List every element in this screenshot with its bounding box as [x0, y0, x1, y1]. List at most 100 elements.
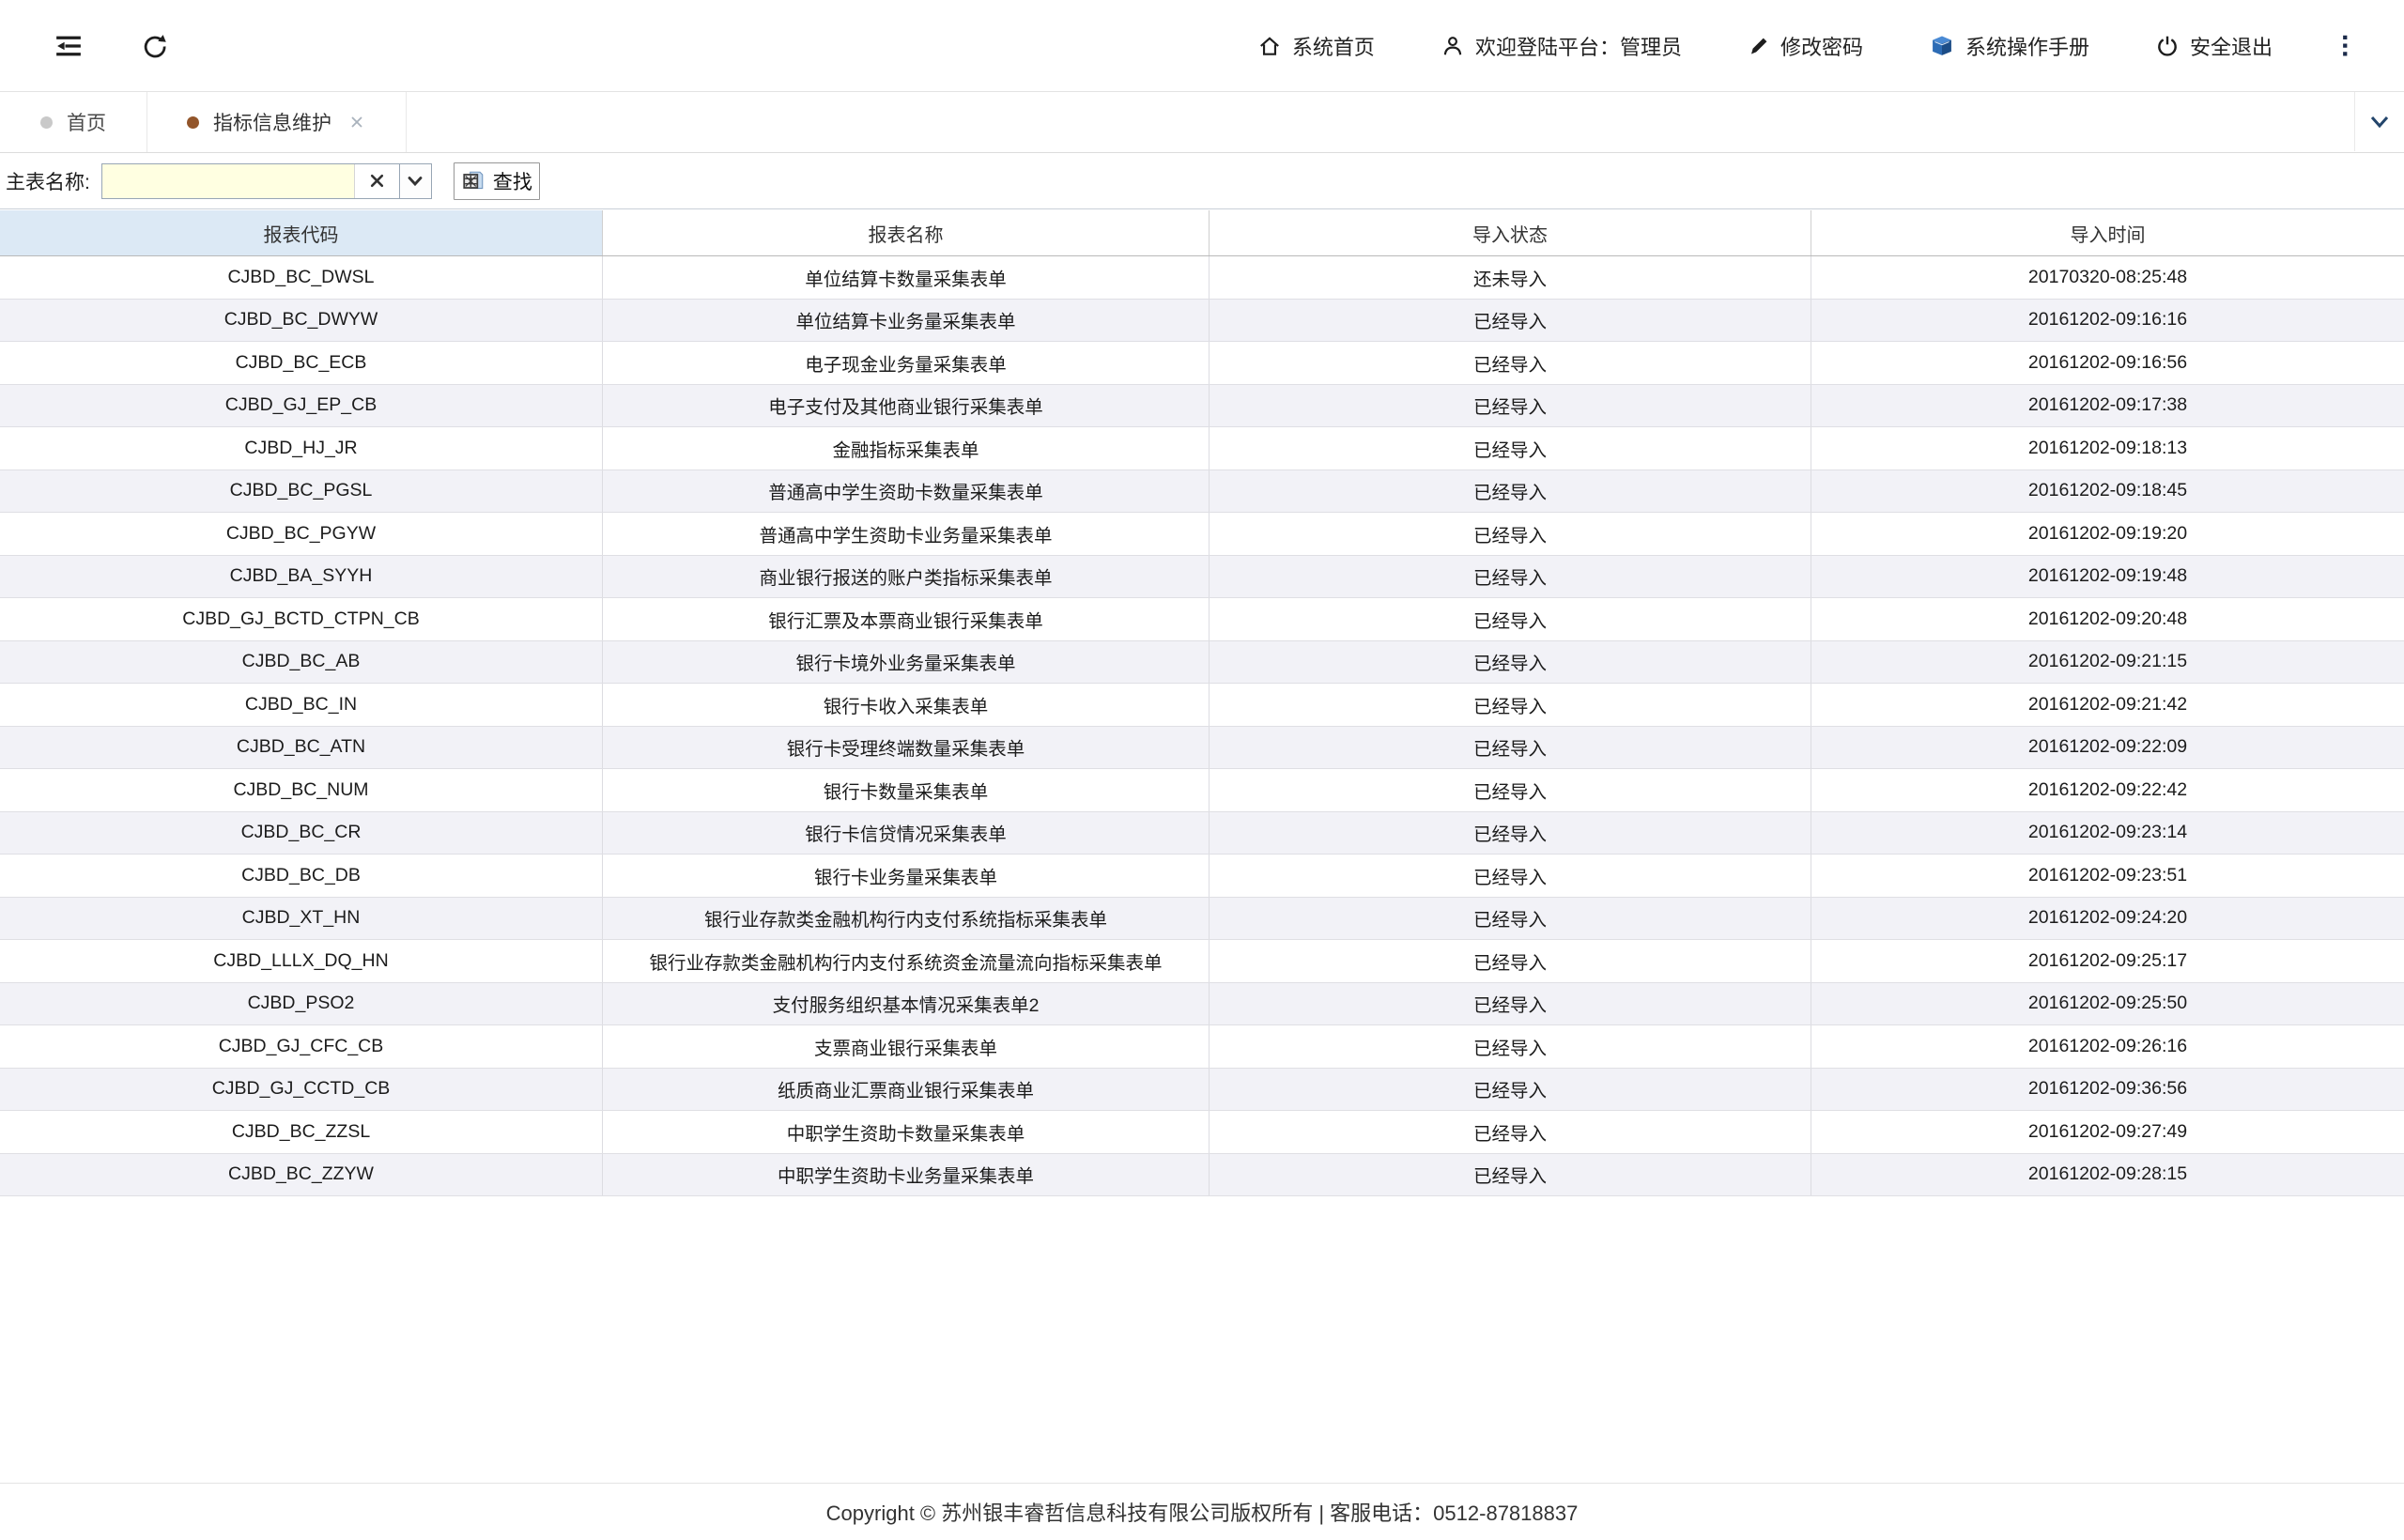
refresh-button[interactable] — [141, 32, 169, 60]
cell-report-code: CJBD_LLLX_DQ_HN — [0, 940, 603, 982]
table-row[interactable]: CJBD_BC_ZZSL 中职学生资助卡数量采集表单 已经导入 20161202… — [0, 1111, 2404, 1154]
power-icon — [2155, 34, 2180, 58]
column-header-import-time[interactable]: 导入时间 — [1811, 210, 2404, 255]
cell-import-status: 已经导入 — [1210, 385, 1811, 427]
column-header-import-status[interactable]: 导入状态 — [1210, 210, 1811, 255]
table-row[interactable]: CJBD_BC_AB 银行卡境外业务量采集表单 已经导入 20161202-09… — [0, 641, 2404, 685]
menu-item-welcome-admin[interactable]: 欢迎登陆平台：管理员 — [1441, 31, 1682, 61]
cell-report-code: CJBD_BC_DWSL — [0, 256, 603, 299]
pencil-icon — [1748, 35, 1770, 57]
dropdown-arrow-button[interactable] — [399, 164, 431, 198]
find-button[interactable]: 查找 — [454, 162, 540, 200]
tab-dot-icon — [187, 116, 199, 129]
cell-report-name: 纸质商业汇票商业银行采集表单 — [603, 1069, 1210, 1111]
cell-report-code: CJBD_BC_DB — [0, 855, 603, 897]
cell-report-code: CJBD_BC_PGYW — [0, 513, 603, 555]
cell-import-time: 20161202-09:23:14 — [1811, 812, 2404, 855]
column-header-report-name[interactable]: 报表名称 — [603, 210, 1210, 255]
cell-import-status: 已经导入 — [1210, 898, 1811, 940]
cell-report-name: 银行卡收入采集表单 — [603, 684, 1210, 726]
cell-import-time: 20161202-09:16:56 — [1811, 342, 2404, 384]
menu-item-logout[interactable]: 安全退出 — [2155, 31, 2273, 61]
table-row[interactable]: CJBD_BC_ZZYW 中职学生资助卡业务量采集表单 已经导入 2016120… — [0, 1154, 2404, 1197]
cell-import-status: 已经导入 — [1210, 1069, 1811, 1111]
column-header-report-code[interactable]: 报表代码 — [0, 210, 603, 255]
cell-import-time: 20161202-09:22:09 — [1811, 727, 2404, 769]
cell-import-time: 20161202-09:20:48 — [1811, 598, 2404, 640]
table-row[interactable]: CJBD_LLLX_DQ_HN 银行业存款类金融机构行内支付系统资金流量流向指标… — [0, 940, 2404, 983]
clear-input-button[interactable] — [354, 164, 399, 198]
table-row[interactable]: CJBD_HJ_JR 金融指标采集表单 已经导入 20161202-09:18:… — [0, 427, 2404, 470]
cell-import-status: 已经导入 — [1210, 684, 1811, 726]
search-toolbar: 主表名称: — [0, 153, 2404, 209]
cell-report-code: CJBD_BC_ECB — [0, 342, 603, 384]
cell-import-time: 20161202-09:18:45 — [1811, 470, 2404, 513]
menu-item-system-home[interactable]: 系统首页 — [1257, 31, 1375, 61]
cell-import-status: 还未导入 — [1210, 256, 1811, 299]
tab-label: 首页 — [67, 108, 106, 136]
cell-report-name: 银行卡数量采集表单 — [603, 769, 1210, 811]
table-row[interactable]: CJBD_BC_ECB 电子现金业务量采集表单 已经导入 20161202-09… — [0, 342, 2404, 385]
table-row[interactable]: CJBD_BC_CR 银行卡信贷情况采集表单 已经导入 20161202-09:… — [0, 812, 2404, 855]
cell-import-status: 已经导入 — [1210, 1025, 1811, 1068]
cell-report-code: CJBD_GJ_CCTD_CB — [0, 1069, 603, 1111]
cell-import-status: 已经导入 — [1210, 598, 1811, 640]
table-row[interactable]: CJBD_BC_DWSL 单位结算卡数量采集表单 还未导入 20170320-0… — [0, 256, 2404, 300]
table-row[interactable]: CJBD_GJ_BCTD_CTPN_CB 银行汇票及本票商业银行采集表单 已经导… — [0, 598, 2404, 641]
cell-report-code: CJBD_BC_ZZYW — [0, 1154, 603, 1196]
cell-report-code: CJBD_BC_ZZSL — [0, 1111, 603, 1153]
table-row[interactable]: CJBD_GJ_CFC_CB 支票商业银行采集表单 已经导入 20161202-… — [0, 1025, 2404, 1069]
table-row[interactable]: CJBD_GJ_CCTD_CB 纸质商业汇票商业银行采集表单 已经导入 2016… — [0, 1069, 2404, 1112]
cell-report-code: CJBD_GJ_BCTD_CTPN_CB — [0, 598, 603, 640]
close-icon[interactable] — [347, 113, 366, 131]
cell-import-time: 20161202-09:19:48 — [1811, 556, 2404, 598]
menu-fold-button[interactable] — [54, 32, 83, 60]
tabbar: 首页 指标信息维护 — [0, 92, 2404, 153]
book-icon — [1929, 33, 1955, 59]
cell-report-code: CJBD_GJ_EP_CB — [0, 385, 603, 427]
cell-report-code: CJBD_BC_AB — [0, 641, 603, 684]
cell-report-name: 银行卡信贷情况采集表单 — [603, 812, 1210, 855]
cell-report-code: CJBD_PSO2 — [0, 983, 603, 1025]
more-options-button[interactable] — [2338, 32, 2351, 60]
cell-import-time: 20161202-09:28:15 — [1811, 1154, 2404, 1196]
table-row[interactable]: CJBD_GJ_EP_CB 电子支付及其他商业银行采集表单 已经导入 20161… — [0, 385, 2404, 428]
cell-import-status: 已经导入 — [1210, 556, 1811, 598]
menu-item-label: 修改密码 — [1780, 31, 1863, 61]
cell-report-name: 支票商业银行采集表单 — [603, 1025, 1210, 1068]
tab-home[interactable]: 首页 — [0, 92, 147, 152]
cell-report-code: CJBD_BC_CR — [0, 812, 603, 855]
cell-report-name: 中职学生资助卡数量采集表单 — [603, 1111, 1210, 1153]
cell-report-name: 商业银行报送的账户类指标采集表单 — [603, 556, 1210, 598]
table-row[interactable]: CJBD_BC_ATN 银行卡受理终端数量采集表单 已经导入 20161202-… — [0, 727, 2404, 770]
cell-import-time: 20170320-08:25:48 — [1811, 256, 2404, 299]
chevron-down-icon — [407, 175, 424, 188]
table-row[interactable]: CJBD_XT_HN 银行业存款类金融机构行内支付系统指标采集表单 已经导入 2… — [0, 898, 2404, 941]
cell-report-name: 单位结算卡业务量采集表单 — [603, 300, 1210, 342]
cell-import-status: 已经导入 — [1210, 470, 1811, 513]
table-row[interactable]: CJBD_BC_PGSL 普通高中学生资助卡数量采集表单 已经导入 201612… — [0, 470, 2404, 514]
cell-report-name: 电子支付及其他商业银行采集表单 — [603, 385, 1210, 427]
cell-import-time: 20161202-09:23:51 — [1811, 855, 2404, 897]
menu-item-system-manual[interactable]: 系统操作手册 — [1929, 31, 2089, 61]
topbar: 系统首页 欢迎登陆平台：管理员 修改密码 — [0, 0, 2404, 92]
tab-indicator-info-maintenance[interactable]: 指标信息维护 — [147, 92, 407, 152]
tab-overflow-button[interactable] — [2354, 92, 2404, 151]
table-row[interactable]: CJBD_BC_NUM 银行卡数量采集表单 已经导入 20161202-09:2… — [0, 769, 2404, 812]
table-row[interactable]: CJBD_BC_PGYW 普通高中学生资助卡业务量采集表单 已经导入 20161… — [0, 513, 2404, 556]
menu-item-label: 安全退出 — [2190, 31, 2273, 61]
cell-report-code: CJBD_BC_NUM — [0, 769, 603, 811]
table-row[interactable]: CJBD_BA_SYYH 商业银行报送的账户类指标采集表单 已经导入 20161… — [0, 556, 2404, 599]
cell-import-time: 20161202-09:18:13 — [1811, 427, 2404, 470]
table-row[interactable]: CJBD_PSO2 支付服务组织基本情况采集表单2 已经导入 20161202-… — [0, 983, 2404, 1026]
table-row[interactable]: CJBD_BC_DWYW 单位结算卡业务量采集表单 已经导入 20161202-… — [0, 300, 2404, 343]
cell-import-status: 已经导入 — [1210, 342, 1811, 384]
main-table-name-input[interactable] — [102, 164, 354, 198]
table-row[interactable]: CJBD_BC_IN 银行卡收入采集表单 已经导入 20161202-09:21… — [0, 684, 2404, 727]
table-row[interactable]: CJBD_BC_DB 银行卡业务量采集表单 已经导入 20161202-09:2… — [0, 855, 2404, 898]
main-table-name-combo — [101, 163, 432, 199]
cell-report-name: 普通高中学生资助卡业务量采集表单 — [603, 513, 1210, 555]
menu-item-change-password[interactable]: 修改密码 — [1748, 31, 1863, 61]
tab-dot-icon — [40, 116, 53, 129]
cell-report-name: 金融指标采集表单 — [603, 427, 1210, 470]
